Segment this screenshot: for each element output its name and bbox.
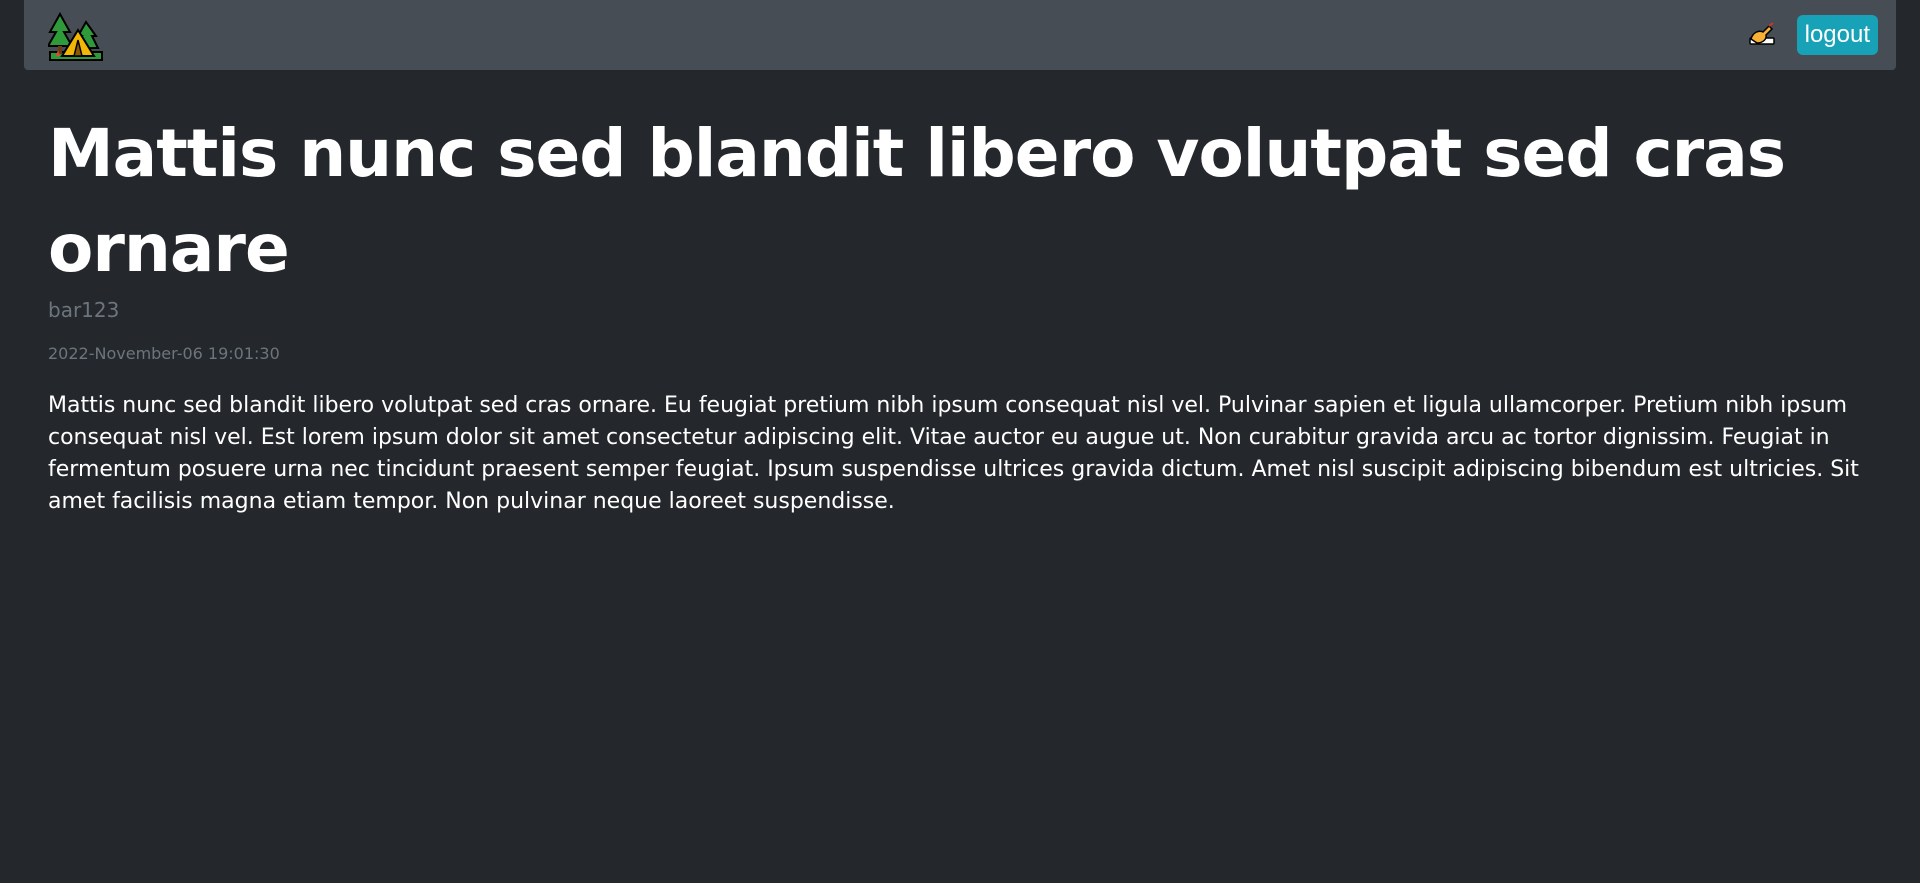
writing-hand-icon[interactable] (1744, 19, 1780, 51)
top-navbar: logout (24, 0, 1896, 70)
post-container: Mattis nunc sed blandit libero volutpat … (48, 106, 1874, 518)
logout-button[interactable]: logout (1796, 15, 1878, 55)
camping-tent-icon[interactable] (46, 10, 104, 66)
post-author: bar123 (48, 298, 120, 322)
post-title: Mattis nunc sed blandit libero volutpat … (48, 115, 1786, 287)
post-date: 2022-November-06 19:01:30 (48, 344, 280, 363)
post-body: Mattis nunc sed blandit libero volutpat … (48, 393, 1859, 514)
